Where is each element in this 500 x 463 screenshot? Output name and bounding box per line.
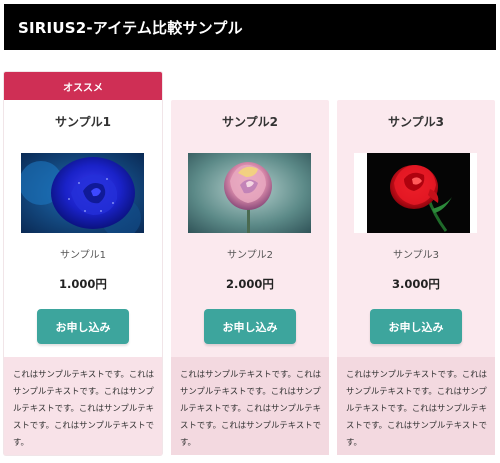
apply-button[interactable]: お申し込み bbox=[37, 309, 129, 344]
product-card-2: サンプル2 サンプル2 2.000円 お申し込み これはサンプルテキストです。こ… bbox=[171, 100, 329, 455]
product-title: サンプル2 bbox=[222, 115, 278, 129]
red-rose-photo bbox=[354, 153, 477, 233]
recommended-badge: オススメ bbox=[4, 72, 162, 100]
recommended-badge-label: オススメ bbox=[63, 82, 103, 94]
product-title: サンプル3 bbox=[388, 115, 444, 129]
product-card-3: サンプル3 サンプル3 3.000円 お申し込み これはサンプルテキストです。こ… bbox=[337, 100, 495, 455]
product-description: これはサンプルテキストです。これはサンプルテキストです。これはサンプルテキストで… bbox=[4, 357, 162, 455]
apply-button[interactable]: お申し込み bbox=[370, 309, 462, 344]
product-price: 2.000円 bbox=[226, 277, 274, 291]
product-caption: サンプル1 bbox=[59, 250, 107, 261]
product-price: 1.000円 bbox=[59, 277, 107, 291]
product-price: 3.000円 bbox=[392, 277, 440, 291]
pink-rose-photo bbox=[188, 153, 311, 233]
apply-button[interactable]: お申し込み bbox=[204, 309, 296, 344]
page-header: SIRIUS2-アイテム比較サンプル bbox=[4, 4, 496, 50]
product-description: これはサンプルテキストです。これはサンプルテキストです。これはサンプルテキストで… bbox=[171, 357, 329, 455]
page-title: SIRIUS2-アイテム比較サンプル bbox=[18, 18, 243, 37]
product-description: これはサンプルテキストです。これはサンプルテキストです。これはサンプルテキストで… bbox=[337, 357, 495, 455]
product-caption: サンプル3 bbox=[392, 250, 440, 261]
product-card-1: オススメ サンプル1 サンプル1 1.000円 お申し込み これはサンプルテキス… bbox=[4, 72, 162, 455]
blue-rose-photo bbox=[21, 153, 144, 233]
product-title: サンプル1 bbox=[55, 115, 111, 129]
product-caption: サンプル2 bbox=[226, 250, 274, 261]
